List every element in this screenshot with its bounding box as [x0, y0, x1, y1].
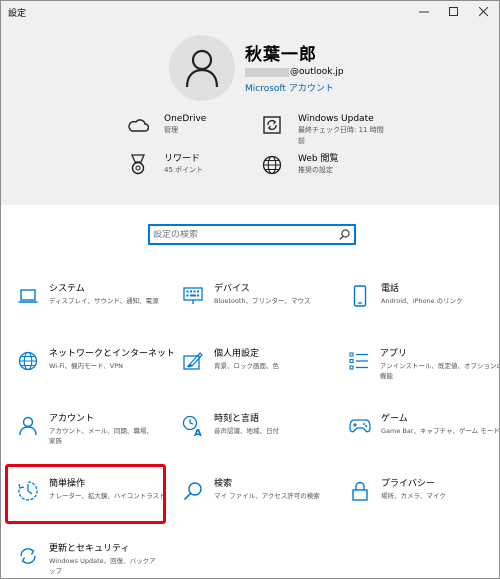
tile-network-internet[interactable]: ネットワークとインターネット Wi-Fi、機内モード、VPN	[17, 348, 177, 372]
tile-devices[interactable]: デバイス Bluetooth、プリンター、マウス	[182, 283, 342, 307]
tile-subtitle: 音声認識、地域、日付	[214, 427, 279, 435]
tile-title: 更新とセキュリティ	[49, 544, 130, 554]
tile-title: 個人用設定	[214, 349, 260, 359]
quick-item-subtitle: 45 ポイント	[164, 166, 204, 174]
tile-title: デバイス	[214, 284, 250, 294]
tile-apps[interactable]: アプリ アンインストール、既定値、オプションの機能	[349, 348, 500, 381]
quick-item-onedrive[interactable]: OneDrive 管理	[126, 113, 206, 137]
tile-subtitle: ディスプレイ、サウンド、通知、電源	[49, 297, 159, 305]
phone-icon	[349, 285, 371, 307]
medal-icon	[126, 153, 150, 177]
maximize-icon	[449, 7, 458, 16]
email-redaction	[245, 67, 289, 77]
tile-subtitle: Bluetooth、プリンター、マウス	[214, 297, 311, 305]
update-icon	[260, 113, 284, 137]
search-icon[interactable]	[339, 229, 350, 240]
quick-item-subtitle: 最終チェック日時: 11 時間前	[298, 126, 384, 145]
window-title: 設定	[8, 8, 27, 19]
keyboard-icon	[182, 285, 204, 307]
tile-system[interactable]: システム ディスプレイ、サウンド、通知、電源	[17, 283, 177, 307]
close-button[interactable]	[469, 1, 499, 23]
tile-ease-of-access[interactable]: 簡単操作 ナレーター、拡大鏡、ハイコントラスト	[17, 478, 177, 502]
apps-list-icon	[349, 350, 370, 372]
tile-title: アカウント	[49, 414, 95, 424]
tile-subtitle: Game Bar、キャプチャ、ゲーム モード	[381, 427, 500, 435]
minimize-icon	[419, 11, 429, 13]
microsoft-account-link[interactable]: Microsoft アカウント	[245, 81, 334, 94]
tile-subtitle: アカウント、メール、同期、職場、家族	[49, 427, 153, 445]
tile-personalization[interactable]: 個人用設定 背景、ロック画面、色	[182, 348, 342, 372]
tile-title: ゲーム	[381, 414, 408, 424]
quick-item-subtitle: 推奨の設定	[298, 166, 333, 174]
tile-update-security[interactable]: 更新とセキュリティ Windows Update、回復、バックアップ	[17, 543, 177, 576]
tile-title: ネットワークとインターネット	[49, 349, 176, 359]
tile-title: 時刻と言語	[214, 414, 260, 424]
lock-icon	[349, 480, 371, 502]
title-bar: 設定	[1, 1, 499, 23]
quick-item-subtitle: 管理	[164, 126, 178, 134]
tile-title: 簡単操作	[49, 479, 86, 489]
minimize-button[interactable]	[409, 1, 439, 23]
account-header: 秋葉一郎 @outlook.jp Microsoft アカウント OneDriv…	[1, 23, 499, 205]
close-icon	[479, 7, 489, 17]
tile-gaming[interactable]: ゲーム Game Bar、キャプチャ、ゲーム モード	[349, 413, 500, 437]
window-controls	[409, 1, 499, 23]
tile-accounts[interactable]: アカウント アカウント、メール、同期、職場、家族	[17, 413, 177, 446]
tile-subtitle: アンインストール、既定値、オプションの機能	[379, 362, 500, 380]
user-icon	[185, 49, 219, 88]
settings-search	[148, 224, 356, 245]
search-input[interactable]	[153, 229, 333, 240]
cloud-icon	[126, 113, 150, 137]
ease-of-access-icon	[17, 480, 39, 502]
tile-subtitle: Android、iPhone のリンク	[381, 297, 463, 305]
sync-icon	[17, 545, 39, 567]
email-suffix: @outlook.jp	[290, 67, 344, 77]
tile-subtitle: Wi-Fi、機内モード、VPN	[49, 362, 123, 370]
svg-text:A: A	[194, 428, 202, 437]
avatar[interactable]	[169, 35, 235, 101]
tile-time-language[interactable]: A 時刻と言語 音声認識、地域、日付	[182, 413, 342, 437]
tile-subtitle: ナレーター、拡大鏡、ハイコントラスト	[49, 492, 166, 500]
tile-phone[interactable]: 電話 Android、iPhone のリンク	[349, 283, 499, 307]
quick-item-web-browsing[interactable]: Web 閲覧 推奨の設定	[260, 153, 338, 177]
maximize-button[interactable]	[439, 1, 469, 23]
user-email: @outlook.jp	[245, 67, 344, 77]
tile-privacy[interactable]: プライバシー 場所、カメラ、マイク	[349, 478, 499, 502]
laptop-icon	[17, 285, 39, 307]
tile-subtitle: 背景、ロック画面、色	[214, 362, 279, 370]
globe-icon	[260, 153, 284, 177]
tile-search[interactable]: 検索 マイ ファイル、アクセス許可の検索	[182, 478, 342, 502]
quick-item-title: Windows Update	[298, 114, 374, 124]
quick-item-rewards[interactable]: リワード 45 ポイント	[126, 153, 203, 177]
tile-title: 検索	[214, 479, 233, 489]
tile-title: システム	[49, 284, 85, 294]
quick-item-title: OneDrive	[164, 114, 207, 124]
search-box[interactable]	[148, 224, 356, 245]
quick-item-title: Web 閲覧	[298, 154, 339, 164]
tile-subtitle: 場所、カメラ、マイク	[381, 492, 446, 500]
quick-item-windows-update[interactable]: Windows Update 最終チェック日時: 11 時間前	[260, 113, 388, 147]
gamepad-icon	[349, 415, 371, 437]
tile-title: アプリ	[379, 349, 407, 359]
globe-icon	[17, 350, 39, 372]
person-icon	[17, 415, 39, 437]
search-icon	[182, 480, 204, 502]
tile-title: プライバシー	[381, 479, 435, 489]
time-language-icon: A	[182, 415, 204, 437]
tile-subtitle: マイ ファイル、アクセス許可の検索	[214, 492, 320, 500]
settings-window: 設定 秋葉一郎 @outlook.jp Microsoft アカウント OneD…	[0, 0, 500, 579]
paint-icon	[182, 350, 204, 372]
user-name: 秋葉一郎	[245, 45, 317, 65]
tile-title: 電話	[381, 284, 400, 294]
tile-subtitle: Windows Update、回復、バックアップ	[49, 557, 156, 575]
quick-item-title: リワード	[164, 154, 201, 164]
